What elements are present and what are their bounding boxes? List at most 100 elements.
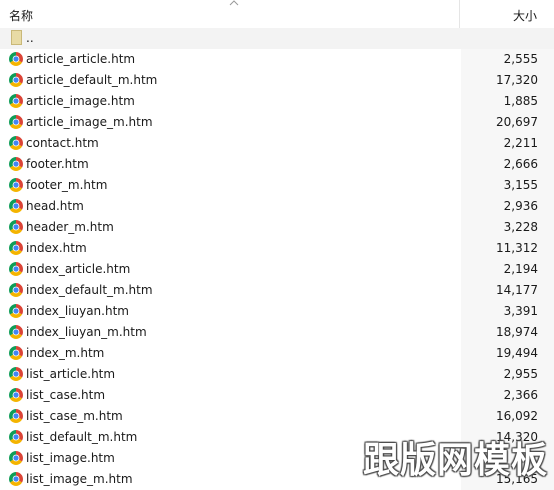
file-size: 3,228 xyxy=(503,220,538,234)
file-name: article_image.htm xyxy=(26,94,135,108)
file-size: 17,320 xyxy=(496,73,538,87)
size-cell: 17,320 xyxy=(461,70,554,91)
file-row[interactable]: header_m.htm 3,228 xyxy=(0,217,554,238)
file-row[interactable]: list_article.htm 2,955 xyxy=(0,364,554,385)
file-name: list_article.htm xyxy=(26,367,116,381)
size-cell: 16,092 xyxy=(461,406,554,427)
watermark: 跟版网模板 xyxy=(362,440,548,481)
chevron-up-icon xyxy=(229,0,239,6)
file-size: 3,391 xyxy=(503,304,538,318)
size-column-label: 大小 xyxy=(512,9,537,23)
size-cell: 19,494 xyxy=(461,343,554,364)
parent-directory-row[interactable]: .. xyxy=(0,28,554,49)
file-size: 2,366 xyxy=(503,388,538,402)
file-name: index_liuyan_m.htm xyxy=(26,325,147,339)
file-name: list_case.htm xyxy=(26,388,106,402)
file-name: article_image_m.htm xyxy=(26,115,153,129)
size-cell: 14,177 xyxy=(461,280,554,301)
file-row[interactable]: index_article.htm 2,194 xyxy=(0,259,554,280)
chrome-icon xyxy=(9,409,23,423)
chrome-icon xyxy=(9,367,23,381)
column-header: 名称 大小 xyxy=(0,0,554,29)
size-cell: 2,936 xyxy=(461,196,554,217)
name-cell: article_default_m.htm xyxy=(0,70,460,91)
size-cell: 2,366 xyxy=(461,385,554,406)
file-name: list_image_m.htm xyxy=(26,472,133,486)
name-cell: index.htm xyxy=(0,238,460,259)
chrome-icon xyxy=(9,430,23,444)
chrome-icon xyxy=(9,178,23,192)
file-row[interactable]: index_default_m.htm 14,177 xyxy=(0,280,554,301)
file-row[interactable]: article_default_m.htm 17,320 xyxy=(0,70,554,91)
chrome-icon xyxy=(9,73,23,87)
file-size: 18,974 xyxy=(496,325,538,339)
chrome-icon xyxy=(9,241,23,255)
file-row[interactable]: index_liuyan_m.htm 18,974 xyxy=(0,322,554,343)
name-cell: footer.htm xyxy=(0,154,460,175)
folder-icon xyxy=(11,30,22,45)
chrome-icon xyxy=(9,283,23,297)
file-row[interactable]: article_article.htm 2,555 xyxy=(0,49,554,70)
file-name: article_article.htm xyxy=(26,52,136,66)
file-row[interactable]: footer_m.htm 3,155 xyxy=(0,175,554,196)
name-column-header[interactable]: 名称 xyxy=(0,0,460,28)
file-row[interactable]: index_m.htm 19,494 xyxy=(0,343,554,364)
chrome-icon xyxy=(9,52,23,66)
file-size: 2,955 xyxy=(503,367,538,381)
name-cell: contact.htm xyxy=(0,133,460,154)
size-column-header[interactable]: 大小 xyxy=(461,0,554,28)
file-name: index_article.htm xyxy=(26,262,131,276)
chrome-icon xyxy=(9,94,23,108)
file-size: 11,312 xyxy=(496,241,538,255)
file-size: 19,494 xyxy=(496,346,538,360)
chrome-icon xyxy=(9,451,23,465)
file-row[interactable]: head.htm 2,936 xyxy=(0,196,554,217)
file-size: 20,697 xyxy=(496,115,538,129)
file-name: article_default_m.htm xyxy=(26,73,158,87)
chrome-icon xyxy=(9,115,23,129)
file-size: 2,194 xyxy=(503,262,538,276)
file-row[interactable]: contact.htm 2,211 xyxy=(0,133,554,154)
file-row[interactable]: index_liuyan.htm 3,391 xyxy=(0,301,554,322)
name-cell: list_case_m.htm xyxy=(0,406,460,427)
file-name: list_default_m.htm xyxy=(26,430,138,444)
size-cell: 2,955 xyxy=(461,364,554,385)
name-cell: index_default_m.htm xyxy=(0,280,460,301)
chrome-icon xyxy=(9,346,23,360)
file-name: contact.htm xyxy=(26,136,99,150)
name-cell: index_liuyan.htm xyxy=(0,301,460,322)
file-name: footer.htm xyxy=(26,157,89,171)
size-cell: 2,555 xyxy=(461,49,554,70)
name-cell: index_liuyan_m.htm xyxy=(0,322,460,343)
file-name: header_m.htm xyxy=(26,220,114,234)
chrome-icon xyxy=(9,220,23,234)
file-size: 16,092 xyxy=(496,409,538,423)
file-name: index_m.htm xyxy=(26,346,105,360)
name-cell: article_image.htm xyxy=(0,91,460,112)
name-cell: index_article.htm xyxy=(0,259,460,280)
chrome-icon xyxy=(9,199,23,213)
name-cell: index_m.htm xyxy=(0,343,460,364)
file-row[interactable]: index.htm 11,312 xyxy=(0,238,554,259)
file-row[interactable]: footer.htm 2,666 xyxy=(0,154,554,175)
chrome-icon xyxy=(9,472,23,486)
file-size: 1,885 xyxy=(503,94,538,108)
file-size: 2,936 xyxy=(503,199,538,213)
file-name: list_case_m.htm xyxy=(26,409,123,423)
file-name: head.htm xyxy=(26,199,84,213)
file-list: .. article_article.htm 2,555 article_defau… xyxy=(0,28,554,490)
file-row[interactable]: list_case.htm 2,366 xyxy=(0,385,554,406)
file-row[interactable]: article_image_m.htm 20,697 xyxy=(0,112,554,133)
name-column-label: 名称 xyxy=(9,9,34,23)
chrome-icon xyxy=(9,136,23,150)
size-cell: 20,697 xyxy=(461,112,554,133)
chrome-icon xyxy=(9,262,23,276)
name-cell: header_m.htm xyxy=(0,217,460,238)
file-name: footer_m.htm xyxy=(26,178,108,192)
name-cell: .. xyxy=(0,28,460,49)
file-row[interactable]: list_case_m.htm 16,092 xyxy=(0,406,554,427)
size-cell: 3,391 xyxy=(461,301,554,322)
file-row[interactable]: article_image.htm 1,885 xyxy=(0,91,554,112)
chrome-icon xyxy=(9,325,23,339)
size-cell: 2,666 xyxy=(461,154,554,175)
